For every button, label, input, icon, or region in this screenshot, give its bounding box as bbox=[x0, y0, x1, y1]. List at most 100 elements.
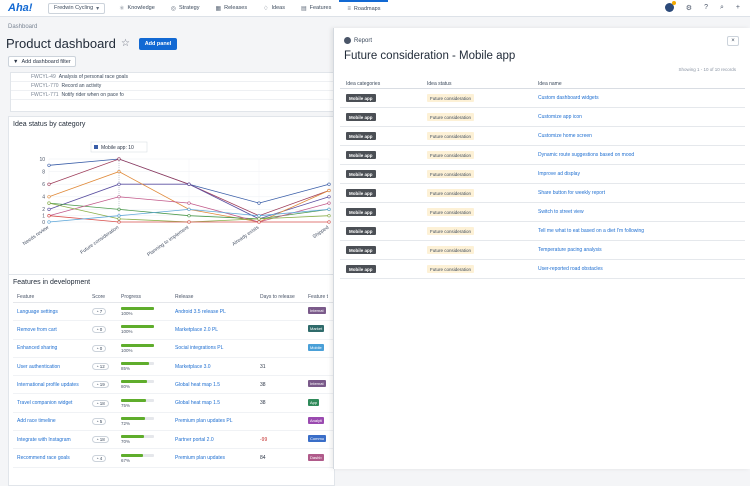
release-link[interactable]: Global heat map 1.5 bbox=[175, 400, 260, 406]
release-link[interactable]: Global heat map 1.5 bbox=[175, 382, 260, 388]
score-badge[interactable]: ◔ 4 bbox=[92, 454, 107, 462]
table-row: Recommend race goals ◔ 4 67% Premium plan up… bbox=[13, 449, 336, 468]
idea-name-link[interactable]: User-reported road obstacles bbox=[538, 266, 738, 272]
idea-name-link[interactable]: Dynamic route suggestions based on mood bbox=[538, 152, 738, 158]
list-item[interactable]: FWCYL-770 Record an activity bbox=[11, 82, 334, 91]
progress-cell: 100% bbox=[121, 343, 175, 353]
top-navigation: Aha! Fredwin Cycling ▾ ⚛ Knowledge ◎ Strate… bbox=[0, 0, 750, 17]
release-link[interactable]: Social integrations PL bbox=[175, 345, 260, 351]
score-badge[interactable]: ◔ 0 bbox=[92, 344, 107, 352]
col-score[interactable]: Score bbox=[92, 294, 121, 300]
col-idea-name[interactable]: Idea name bbox=[538, 81, 738, 87]
release-link[interactable]: Android 3.5 release PL bbox=[175, 309, 260, 315]
workspace-selector[interactable]: Fredwin Cycling ▾ bbox=[48, 2, 106, 14]
nav-features[interactable]: ▤ Features bbox=[293, 0, 339, 17]
table-row: Mobile app Future consideration Dynamic ro… bbox=[340, 146, 745, 165]
progress-percent: 100% bbox=[121, 329, 133, 335]
avatar[interactable] bbox=[664, 1, 676, 12]
add-icon[interactable]: + bbox=[736, 4, 740, 11]
release-link[interactable]: Marketplace 3.0 bbox=[175, 364, 260, 370]
feature-name-link[interactable]: International profile updates bbox=[13, 382, 92, 388]
score-badge[interactable]: ◔ 12 bbox=[92, 363, 109, 371]
idea-name-link[interactable]: Customize app icon bbox=[538, 114, 738, 120]
feature-type-tag: Mobile bbox=[308, 343, 324, 351]
idea-name-link[interactable]: Customize home screen bbox=[538, 133, 738, 139]
feature-type-tag: Analyti bbox=[308, 416, 325, 424]
col-idea-categories[interactable]: Idea categories bbox=[340, 81, 427, 87]
feature-name-link[interactable]: Travel companion widget bbox=[13, 400, 92, 406]
table-row: Remove from cart ◔ 0 100% Marketplace 2.0 PL… bbox=[13, 321, 336, 340]
feature-name-link[interactable]: Language settings bbox=[13, 309, 92, 315]
add-panel-button[interactable]: Add panel bbox=[139, 38, 177, 50]
category-tag: Mobile app bbox=[346, 208, 376, 216]
status-badge: Future consideration bbox=[427, 94, 475, 102]
ideas-icon: ♢ bbox=[263, 5, 269, 12]
score-badge[interactable]: ◔ 0 bbox=[92, 326, 107, 334]
data-point bbox=[47, 195, 51, 199]
aha-logo[interactable]: Aha! bbox=[0, 2, 46, 14]
release-link[interactable]: Premium plan updates PL bbox=[175, 418, 260, 424]
star-icon[interactable]: ☆ bbox=[121, 38, 130, 49]
category-cell: Mobile app bbox=[340, 132, 427, 140]
release-link[interactable]: Marketplace 2.0 PL bbox=[175, 327, 260, 333]
col-days-to-release[interactable]: Days to release bbox=[260, 294, 308, 300]
col-progress[interactable]: Progress bbox=[121, 294, 175, 300]
col-feature[interactable]: Feature bbox=[13, 294, 92, 300]
idea-name-link[interactable]: Share button for weekly report bbox=[538, 190, 738, 196]
release-link[interactable]: Premium plan updates bbox=[175, 455, 260, 461]
add-dashboard-filter-button[interactable]: ▼ Add dashboard filter bbox=[8, 56, 76, 67]
feature-name-link[interactable]: Recommend race goals bbox=[13, 455, 92, 461]
x-tick-label: Shipped bbox=[312, 225, 331, 241]
nav-roadmaps[interactable]: ≡ Roadmaps bbox=[339, 0, 389, 17]
col-release[interactable]: Release bbox=[175, 294, 260, 300]
score-icon: ◔ bbox=[96, 455, 99, 461]
idea-name-link[interactable]: Temperature pacing analysis bbox=[538, 247, 738, 253]
gear-icon[interactable]: ⚙ bbox=[686, 4, 692, 12]
idea-name-link[interactable]: Improve ad display bbox=[538, 171, 738, 177]
nav-strategy[interactable]: ◎ Strategy bbox=[163, 0, 208, 17]
chart-title: Idea status by category bbox=[13, 121, 86, 128]
days-to-release: 31 bbox=[260, 363, 266, 370]
release-link[interactable]: Partner portal 2.0 bbox=[175, 437, 260, 443]
strategy-icon: ◎ bbox=[170, 5, 176, 12]
feature-name-link[interactable]: Integrate with Instagram bbox=[13, 437, 92, 443]
idea-name-link[interactable]: Switch to street view bbox=[538, 209, 738, 215]
score-badge[interactable]: ◔ 18 bbox=[92, 436, 109, 444]
nav-knowledge[interactable]: ⚛ Knowledge bbox=[111, 0, 163, 17]
score-badge[interactable]: ◔ 19 bbox=[92, 381, 109, 389]
feature-name-link[interactable]: Add race timeline bbox=[13, 418, 92, 424]
progress-bar bbox=[121, 416, 154, 420]
help-icon[interactable]: ? bbox=[704, 4, 708, 11]
report-title: Future consideration - Mobile app bbox=[344, 50, 516, 62]
data-point bbox=[47, 182, 51, 186]
col-idea-status[interactable]: Idea status bbox=[427, 81, 538, 87]
search-icon[interactable]: ⌕ bbox=[720, 4, 724, 12]
score-badge[interactable]: ◔ 5 bbox=[92, 417, 107, 425]
table-row: Mobile app Future consideration Temperatur… bbox=[340, 241, 745, 260]
idea-name-link[interactable]: Tell me what to eat based on a diet I'm … bbox=[538, 228, 738, 234]
feature-name-link[interactable]: User authentication bbox=[13, 364, 92, 370]
progress-bar bbox=[121, 325, 154, 329]
feature-type-cell: Internat bbox=[308, 307, 336, 316]
close-button[interactable]: × bbox=[727, 36, 739, 46]
category-cell: Mobile app bbox=[340, 151, 427, 159]
feature-name-link[interactable]: Remove from cart bbox=[13, 327, 92, 333]
col-feature-type[interactable]: Feature t bbox=[308, 294, 336, 300]
list-item[interactable]: FWCYL-771 Notify rider when on pace fo bbox=[11, 91, 334, 100]
feature-name-link[interactable]: Enhanced sharing bbox=[13, 345, 92, 351]
category-cell: Mobile app bbox=[340, 113, 427, 121]
data-point bbox=[187, 201, 191, 205]
nav-releases[interactable]: ▦ Releases bbox=[207, 0, 255, 17]
idea-name-link[interactable]: Custom dashboard widgets bbox=[538, 95, 738, 101]
data-point bbox=[327, 201, 331, 205]
progress-fill bbox=[121, 453, 144, 457]
score-badge[interactable]: ◔ 18 bbox=[92, 399, 109, 407]
breadcrumb[interactable]: Dashboard bbox=[8, 24, 37, 30]
progress-bar bbox=[121, 435, 154, 439]
score-badge[interactable]: ◔ 7 bbox=[92, 308, 107, 316]
list-item[interactable]: FWCYL-49 Analysis of personal race goals bbox=[11, 73, 334, 82]
feature-type-cell: Internat bbox=[308, 380, 336, 389]
category-cell: Mobile app bbox=[340, 189, 427, 197]
nav-ideas[interactable]: ♢ Ideas bbox=[255, 0, 293, 17]
nav-features-label: Features bbox=[309, 5, 332, 11]
